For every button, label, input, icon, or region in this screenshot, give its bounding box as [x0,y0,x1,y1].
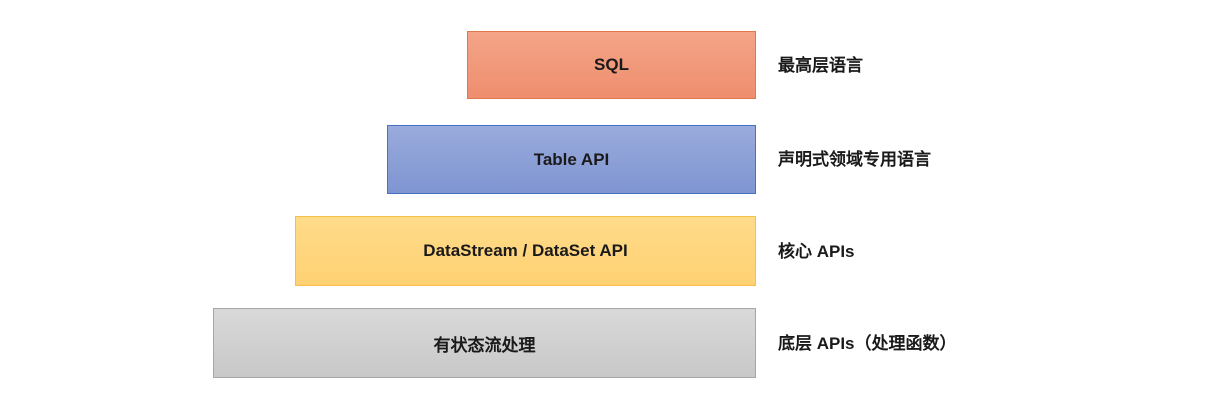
layer-table-api-description: 声明式领域专用语言 [778,150,931,169]
layer-stateful-stream-description: 底层 APIs（处理函数） [778,334,957,353]
layer-table-api: Table API [387,125,756,194]
layer-sql-description: 最高层语言 [778,56,863,75]
layer-sql-label: SQL [594,55,629,74]
layer-stateful-stream-label: 有状态流处理 [433,335,536,355]
layer-stateful-stream: 有状态流处理 [213,308,756,378]
layer-datastream-api-description: 核心 APIs [778,242,855,261]
layer-table-api-label: Table API [533,149,610,169]
layer-sql: SQL [467,31,756,99]
layer-datastream-api: DataStream / DataSet API [295,216,756,286]
layer-datastream-api-label: DataStream / DataSet API [423,241,628,260]
